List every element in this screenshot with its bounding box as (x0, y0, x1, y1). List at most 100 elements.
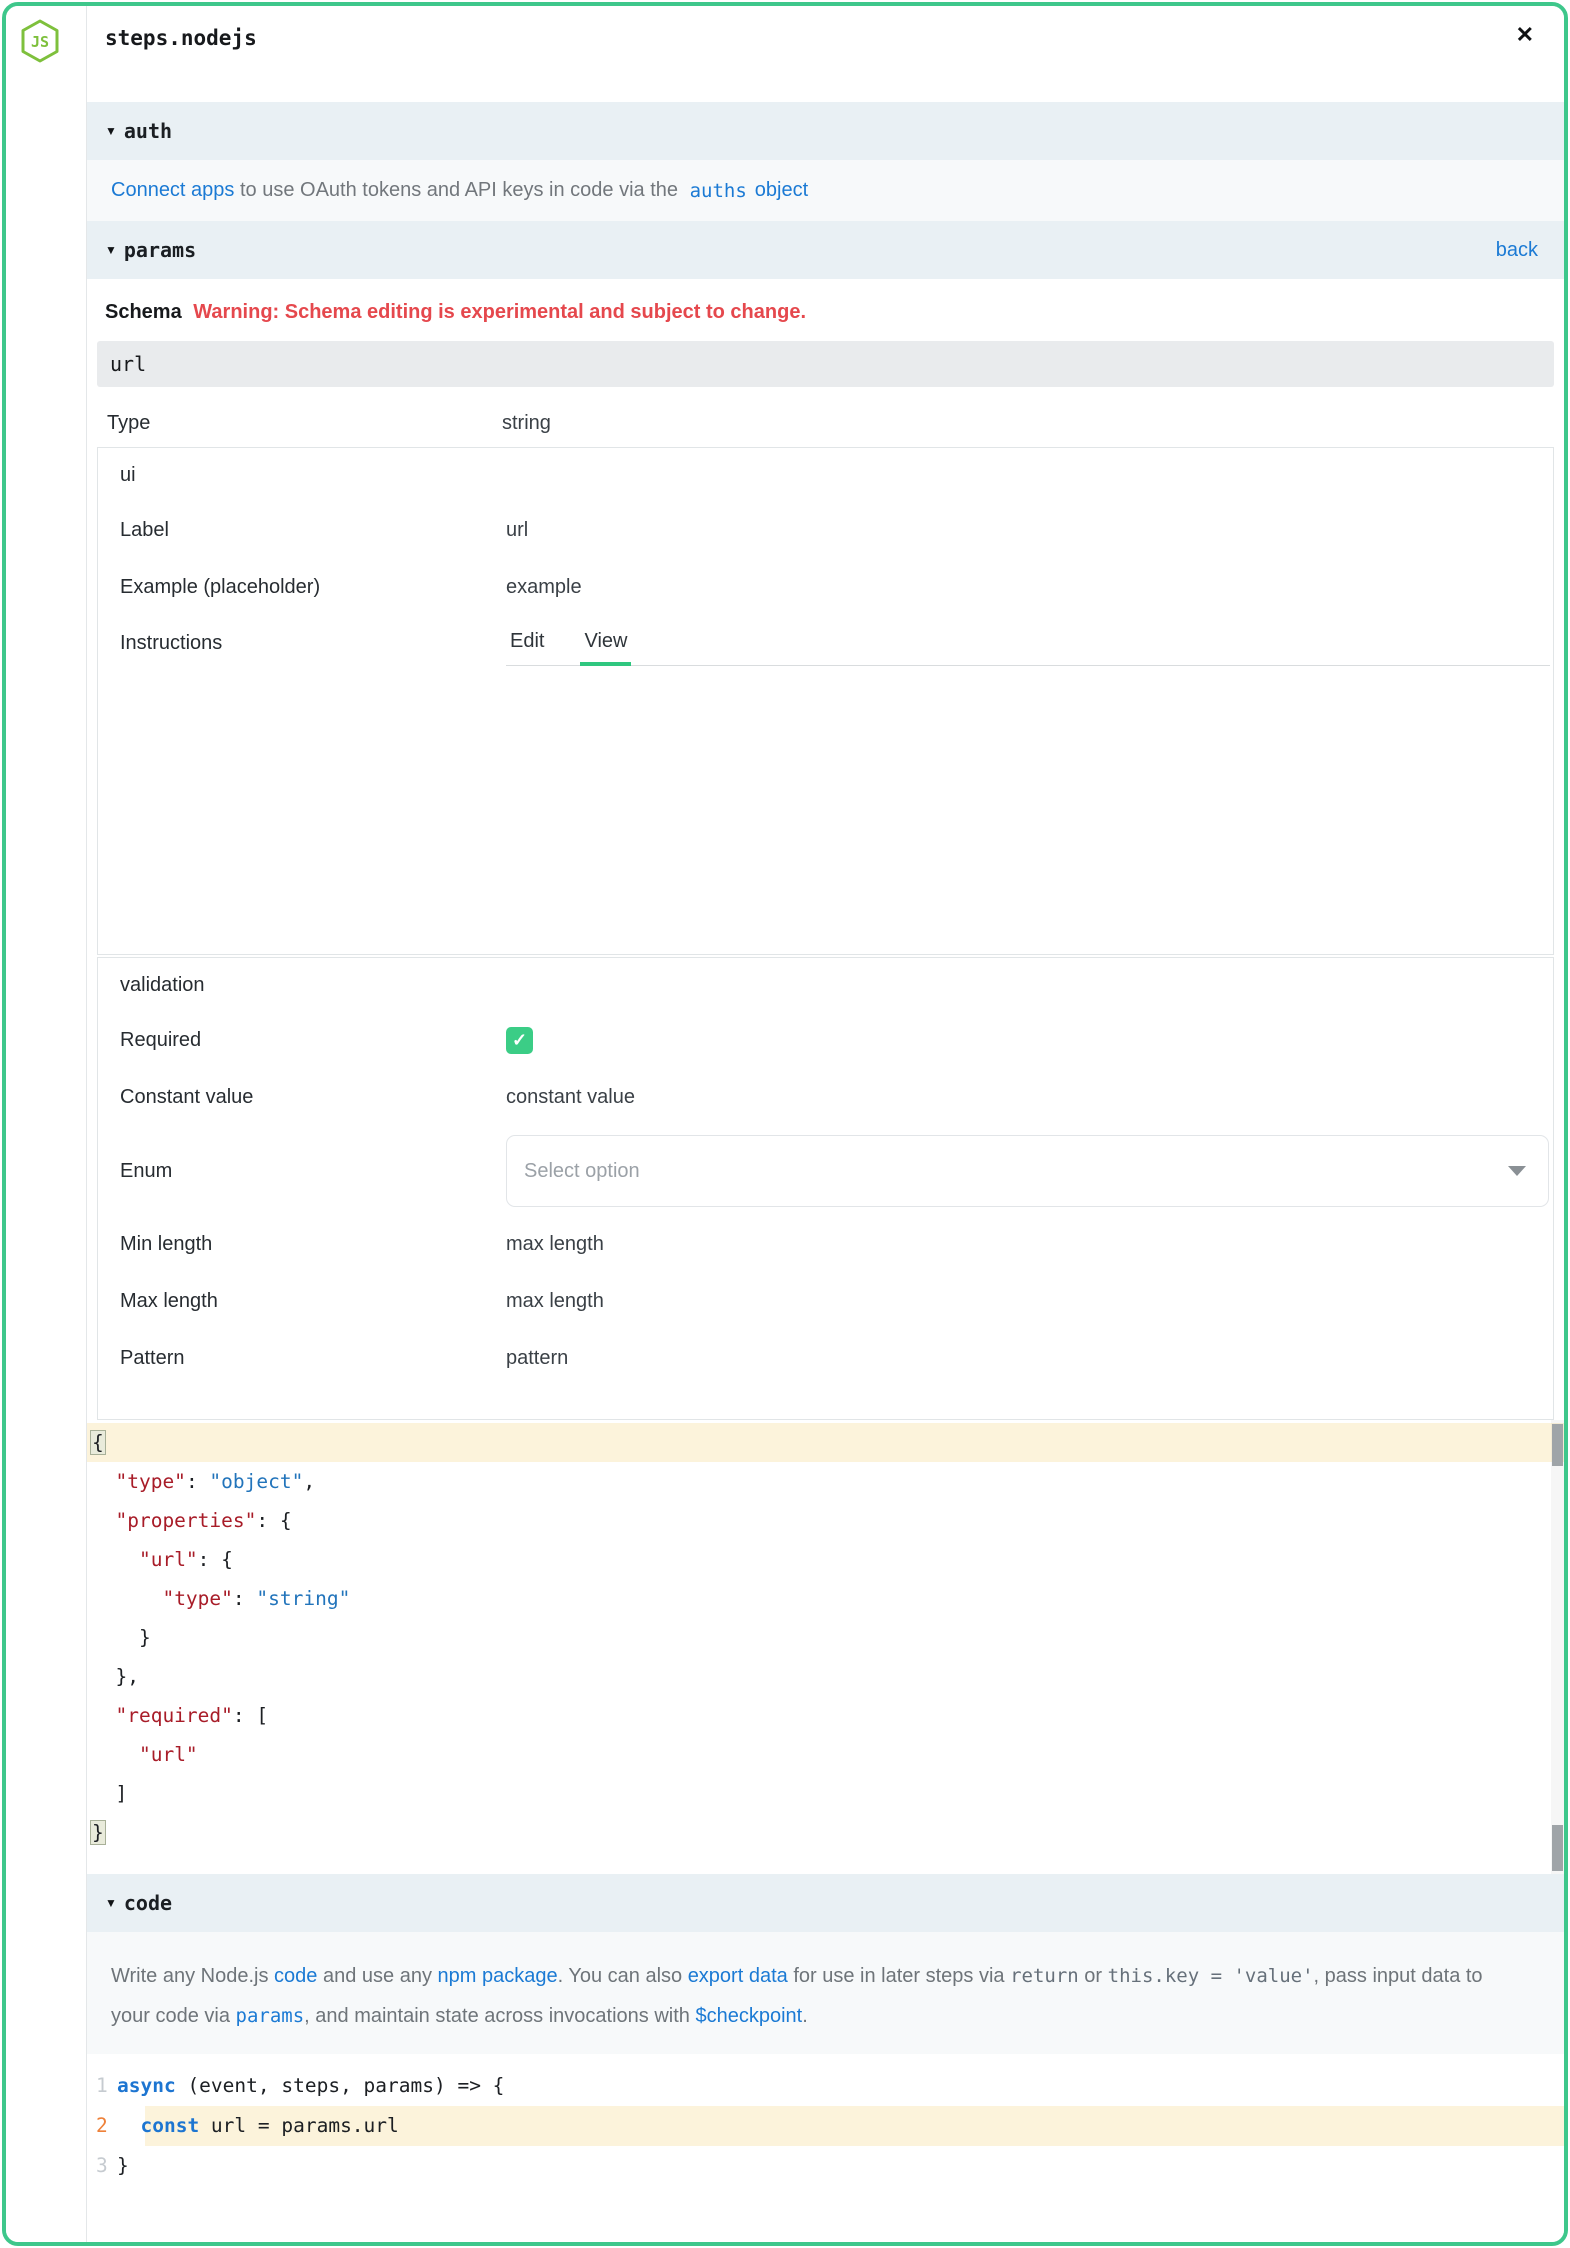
instructions-label: Instructions (120, 616, 506, 666)
code-line: 1async (event, steps, params) => { (87, 2066, 1564, 2106)
label-label: Label (120, 519, 506, 542)
back-link[interactable]: back (1496, 239, 1538, 262)
code-desc-text: . You can also (558, 1965, 688, 1987)
connect-apps-link[interactable]: Connect apps (111, 179, 234, 202)
instructions-row: Instructions Edit View (98, 616, 1553, 666)
code-link[interactable]: code (274, 1965, 317, 1987)
code-desc-text: Write any Node.js (111, 1965, 274, 1987)
json-token-bracket: } (90, 1820, 106, 1845)
schema-json-line: "url" (87, 1735, 1564, 1774)
step-editor-content: steps.nodejs ✕ ▼ auth Connect apps to us… (86, 6, 1564, 2242)
chevron-down-icon (1508, 1166, 1526, 1176)
required-label: Required (120, 1029, 506, 1052)
npm-package-link[interactable]: npm package (438, 1965, 558, 1987)
instructions-preview-empty (98, 666, 1553, 954)
json-token-plain: : { (198, 1548, 233, 1571)
json-token-red: "type" (162, 1587, 232, 1610)
json-token-plain (92, 1509, 115, 1532)
scrollbar-thumb-top[interactable] (1552, 1424, 1563, 1466)
min-length-row: Min length max length (98, 1216, 1553, 1273)
schema-json-line: "type": "string" (87, 1579, 1564, 1618)
json-token-red: "required" (115, 1704, 232, 1727)
code-desc-text: . (802, 2005, 808, 2027)
json-token-plain (92, 1743, 139, 1766)
auth-section-title: auth (124, 119, 172, 143)
export-data-link[interactable]: export data (688, 1965, 788, 1987)
json-token-red: "type" (115, 1470, 185, 1493)
params-link[interactable]: params (236, 2005, 305, 2027)
tab-view[interactable]: View (580, 616, 631, 666)
param-name-input[interactable]: url (97, 341, 1554, 387)
json-token-plain: }, (92, 1665, 139, 1688)
svg-text:JS: JS (31, 33, 49, 51)
nodejs-code-editor[interactable]: 1async (event, steps, params) => {2 cons… (87, 2054, 1564, 2202)
auths-object-link-code[interactable]: auths (690, 180, 747, 202)
return-inline-code: return (1010, 1965, 1079, 1987)
code-desc-text: , and maintain state across invocations … (304, 2005, 695, 2027)
json-token-bracket: { (90, 1430, 106, 1455)
line-number: 2 (87, 2106, 117, 2146)
code-token-plain: url = params.url (199, 2114, 399, 2137)
enum-select-placeholder: Select option (524, 1160, 640, 1183)
type-row: Type string (87, 403, 1564, 443)
schema-json-line: }, (87, 1657, 1564, 1696)
close-icon[interactable]: ✕ (1516, 24, 1534, 46)
min-length-input[interactable]: max length (506, 1233, 604, 1256)
json-token-plain (92, 1587, 162, 1610)
ui-caption: ui (98, 448, 1553, 502)
code-line: 2 const url = params.url (87, 2106, 1564, 2146)
constant-value-label: Constant value (120, 1086, 506, 1109)
scrollbar-thumb-bottom[interactable] (1552, 1825, 1563, 1871)
example-value-input[interactable]: example (506, 576, 582, 599)
collapse-caret-icon: ▼ (105, 243, 117, 257)
label-row: Label url (98, 502, 1553, 559)
type-value[interactable]: string (502, 412, 551, 435)
code-section-header[interactable]: ▼ code (87, 1874, 1564, 1932)
constant-value-input[interactable]: constant value (506, 1086, 635, 1109)
validation-group-box: validation Required ✓ Constant value con… (97, 957, 1554, 1420)
scrollbar-track[interactable] (1551, 1420, 1564, 1874)
json-token-blue: "object" (209, 1470, 303, 1493)
schema-warning-row: Schema Warning: Schema editing is experi… (87, 279, 1564, 341)
enum-select[interactable]: Select option (506, 1135, 1549, 1207)
json-token-plain: : { (256, 1509, 291, 1532)
json-token-plain: : [ (233, 1704, 268, 1727)
schema-json-line: } (87, 1618, 1564, 1657)
titlebar: steps.nodejs ✕ (87, 6, 1564, 102)
max-length-input[interactable]: max length (506, 1290, 604, 1313)
schema-json-editor[interactable]: { "type": "object", "properties": { "url… (87, 1420, 1564, 1874)
auth-description: Connect apps to use OAuth tokens and API… (87, 160, 1564, 221)
params-section-title: params (124, 238, 196, 262)
required-checkbox[interactable]: ✓ (506, 1027, 533, 1054)
code-token-kw: async (117, 2074, 176, 2097)
code-line: 3} (87, 2146, 1564, 2186)
ui-group-box: ui Label url Example (placeholder) examp… (97, 447, 1554, 955)
pattern-input[interactable]: pattern (506, 1347, 568, 1370)
tab-edit[interactable]: Edit (506, 616, 548, 666)
json-token-plain: ] (92, 1782, 127, 1805)
code-token-plain: (event, steps, params) => { (176, 2074, 505, 2097)
json-token-blue: "string" (256, 1587, 350, 1610)
schema-json-line: } (87, 1813, 1564, 1852)
code-token-plain: } (117, 2154, 129, 2177)
code-desc-text: for use in later steps via (788, 1965, 1010, 1987)
code-desc-text: or (1079, 1965, 1108, 1987)
checkpoint-link[interactable]: $checkpoint (695, 2005, 802, 2027)
schema-json-line: "url": { (87, 1540, 1564, 1579)
required-row: Required ✓ (98, 1012, 1553, 1069)
label-value-input[interactable]: url (506, 519, 528, 542)
auths-object-link[interactable]: object (755, 179, 808, 202)
example-row: Example (placeholder) example (98, 559, 1553, 616)
constant-value-row: Constant value constant value (98, 1069, 1553, 1126)
json-token-plain: , (303, 1470, 315, 1493)
example-label: Example (placeholder) (120, 576, 506, 599)
code-section-title: code (124, 1891, 172, 1915)
params-section-header[interactable]: ▼ params back (87, 221, 1564, 279)
schema-json-line: { (87, 1423, 1564, 1462)
line-number: 1 (87, 2066, 117, 2106)
code-description: Write any Node.js code and use any npm p… (87, 1932, 1564, 2054)
auth-section-header[interactable]: ▼ auth (87, 102, 1564, 160)
enum-row: Enum Select option (98, 1126, 1553, 1216)
max-length-row: Max length max length (98, 1273, 1553, 1330)
schema-json-line: "required": [ (87, 1696, 1564, 1735)
